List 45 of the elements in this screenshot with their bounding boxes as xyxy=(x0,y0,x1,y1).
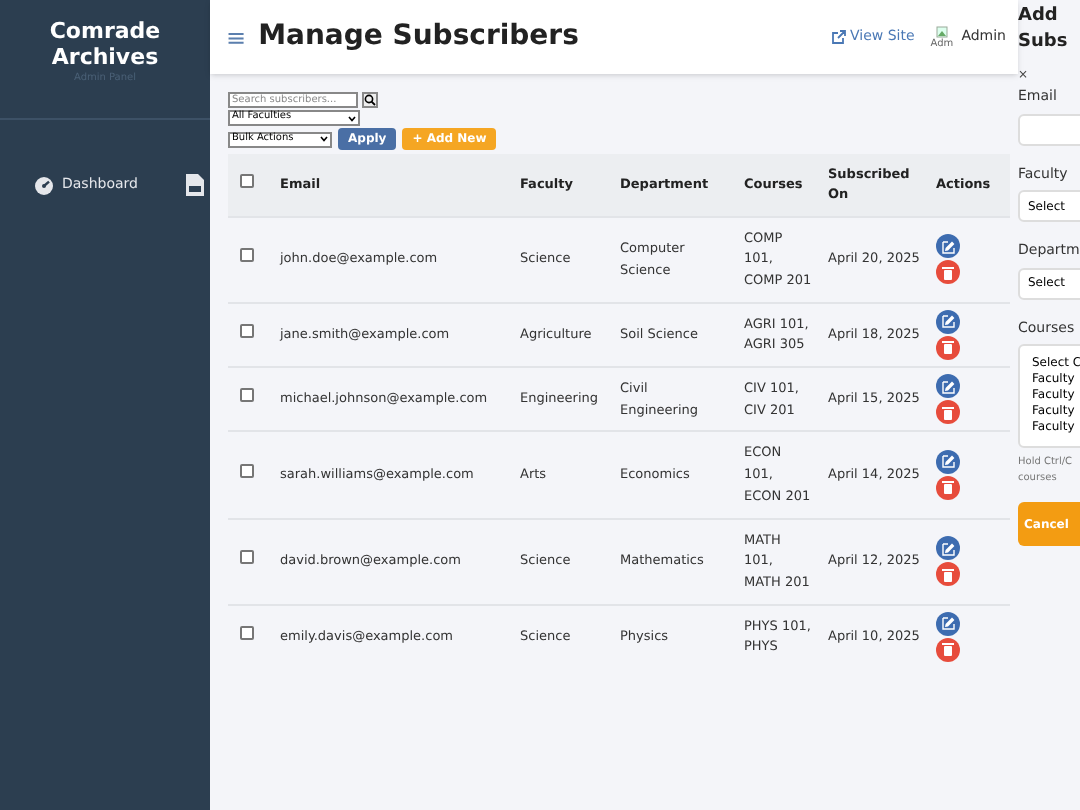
edit-button[interactable] xyxy=(936,536,960,561)
edit-icon xyxy=(941,616,955,631)
edit-icon xyxy=(941,239,955,254)
delete-button[interactable] xyxy=(936,400,960,425)
edit-icon xyxy=(941,379,955,394)
email-field[interactable] xyxy=(1018,113,1080,145)
brand-title: Comrade Archives xyxy=(47,18,163,70)
delete-button[interactable] xyxy=(936,637,960,662)
delete-button[interactable] xyxy=(936,475,960,500)
checkbox[interactable] xyxy=(240,248,254,263)
broken-image-icon xyxy=(935,25,948,37)
edit-icon xyxy=(941,541,955,556)
search-button[interactable] xyxy=(362,92,378,108)
chevron-icon xyxy=(348,115,356,121)
chevron-icon xyxy=(320,136,328,142)
gauge-icon xyxy=(34,175,54,195)
checkbox[interactable] xyxy=(240,388,254,403)
page-title: Manage Subscribers xyxy=(258,18,579,56)
trash-icon xyxy=(942,265,954,280)
menu-toggle[interactable]: ≡ xyxy=(226,19,247,55)
trash-icon xyxy=(942,405,954,420)
edit-button[interactable] xyxy=(936,449,960,474)
delete-button[interactable] xyxy=(936,335,960,360)
checkbox[interactable] xyxy=(240,625,254,640)
trash-icon xyxy=(942,567,954,582)
trash-icon xyxy=(942,480,954,495)
delete-button[interactable] xyxy=(936,260,960,285)
panel-title: Subs xyxy=(1018,30,1070,56)
edit-button[interactable] xyxy=(936,611,960,636)
edit-icon xyxy=(941,454,955,469)
trash-icon xyxy=(942,340,954,355)
trash-icon xyxy=(942,642,954,657)
external-link-icon xyxy=(832,30,847,44)
document-icon xyxy=(185,174,204,196)
checkbox[interactable] xyxy=(240,464,254,479)
edit-button[interactable] xyxy=(936,374,960,399)
checkbox[interactable] xyxy=(240,173,254,188)
checkbox[interactable] xyxy=(240,323,254,338)
panel-title: Add xyxy=(1018,4,1060,30)
edit-icon xyxy=(941,314,955,329)
edit-button[interactable] xyxy=(936,309,960,334)
edit-button[interactable] xyxy=(936,234,960,259)
delete-button[interactable] xyxy=(936,562,960,587)
checkbox[interactable] xyxy=(240,550,254,565)
search-icon xyxy=(364,94,376,106)
